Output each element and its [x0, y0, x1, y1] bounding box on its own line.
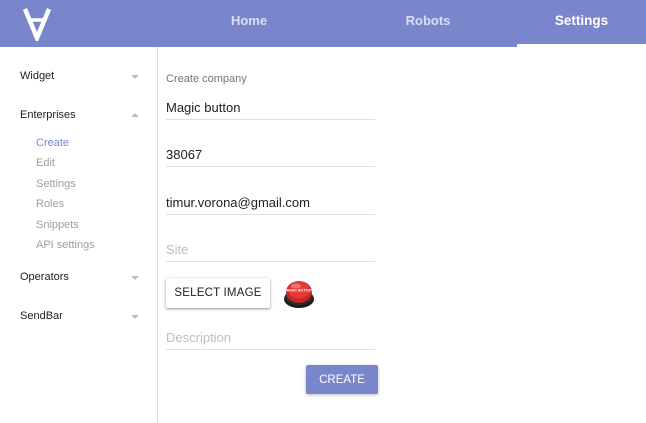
site-field	[166, 234, 375, 262]
create-button[interactable]: CREATE	[306, 365, 378, 394]
sidebar-item-widget[interactable]: Widget	[0, 65, 157, 89]
select-image-button[interactable]: SELECT IMAGE	[166, 278, 270, 308]
sidebar: Widget Enterprises Create Edit Settings …	[0, 47, 158, 423]
phone-input[interactable]	[166, 147, 375, 162]
sidebar-item-label: Enterprises	[20, 109, 76, 121]
site-input[interactable]	[166, 242, 375, 257]
preview-image-text: MAGIC BUTTON	[285, 289, 313, 293]
company-name-field	[166, 92, 375, 120]
sidebar-subitem-create[interactable]: Create	[36, 137, 69, 149]
active-tab-indicator	[517, 44, 646, 47]
email-field	[166, 187, 375, 215]
chevron-up-icon	[131, 113, 139, 117]
sidebar-item-operators[interactable]: Operators	[0, 266, 157, 290]
sidebar-subitem-roles[interactable]: Roles	[36, 198, 64, 210]
sidebar-subitem-edit[interactable]: Edit	[36, 157, 55, 169]
sidebar-item-enterprises[interactable]: Enterprises	[0, 104, 157, 128]
description-input[interactable]	[166, 330, 375, 345]
sidebar-subitem-settings[interactable]: Settings	[36, 178, 76, 190]
tab-home[interactable]: Home	[180, 0, 318, 47]
chevron-down-icon	[131, 75, 139, 79]
form-title: Create company	[166, 73, 247, 85]
phone-field	[166, 139, 375, 167]
tab-settings[interactable]: Settings	[517, 0, 646, 47]
top-app-bar: Home Robots Settings	[0, 0, 646, 47]
chevron-down-icon	[131, 315, 139, 319]
chevron-down-icon	[131, 276, 139, 280]
magic-button-thumbnail: MAGIC BUTTON	[284, 281, 314, 308]
sidebar-item-label: Widget	[20, 70, 55, 82]
sidebar-item-label: Operators	[20, 271, 69, 283]
sidebar-subitem-snippets[interactable]: Snippets	[36, 219, 79, 231]
description-field	[166, 322, 375, 350]
sidebar-item-sendbar[interactable]: SendBar	[0, 305, 157, 329]
email-input[interactable]	[166, 195, 375, 210]
sidebar-subitem-api-settings[interactable]: API settings	[36, 239, 95, 251]
sidebar-item-label: SendBar	[20, 310, 63, 322]
logo-icon[interactable]	[22, 5, 52, 41]
company-name-input[interactable]	[166, 100, 375, 115]
tab-robots[interactable]: Robots	[359, 0, 497, 47]
